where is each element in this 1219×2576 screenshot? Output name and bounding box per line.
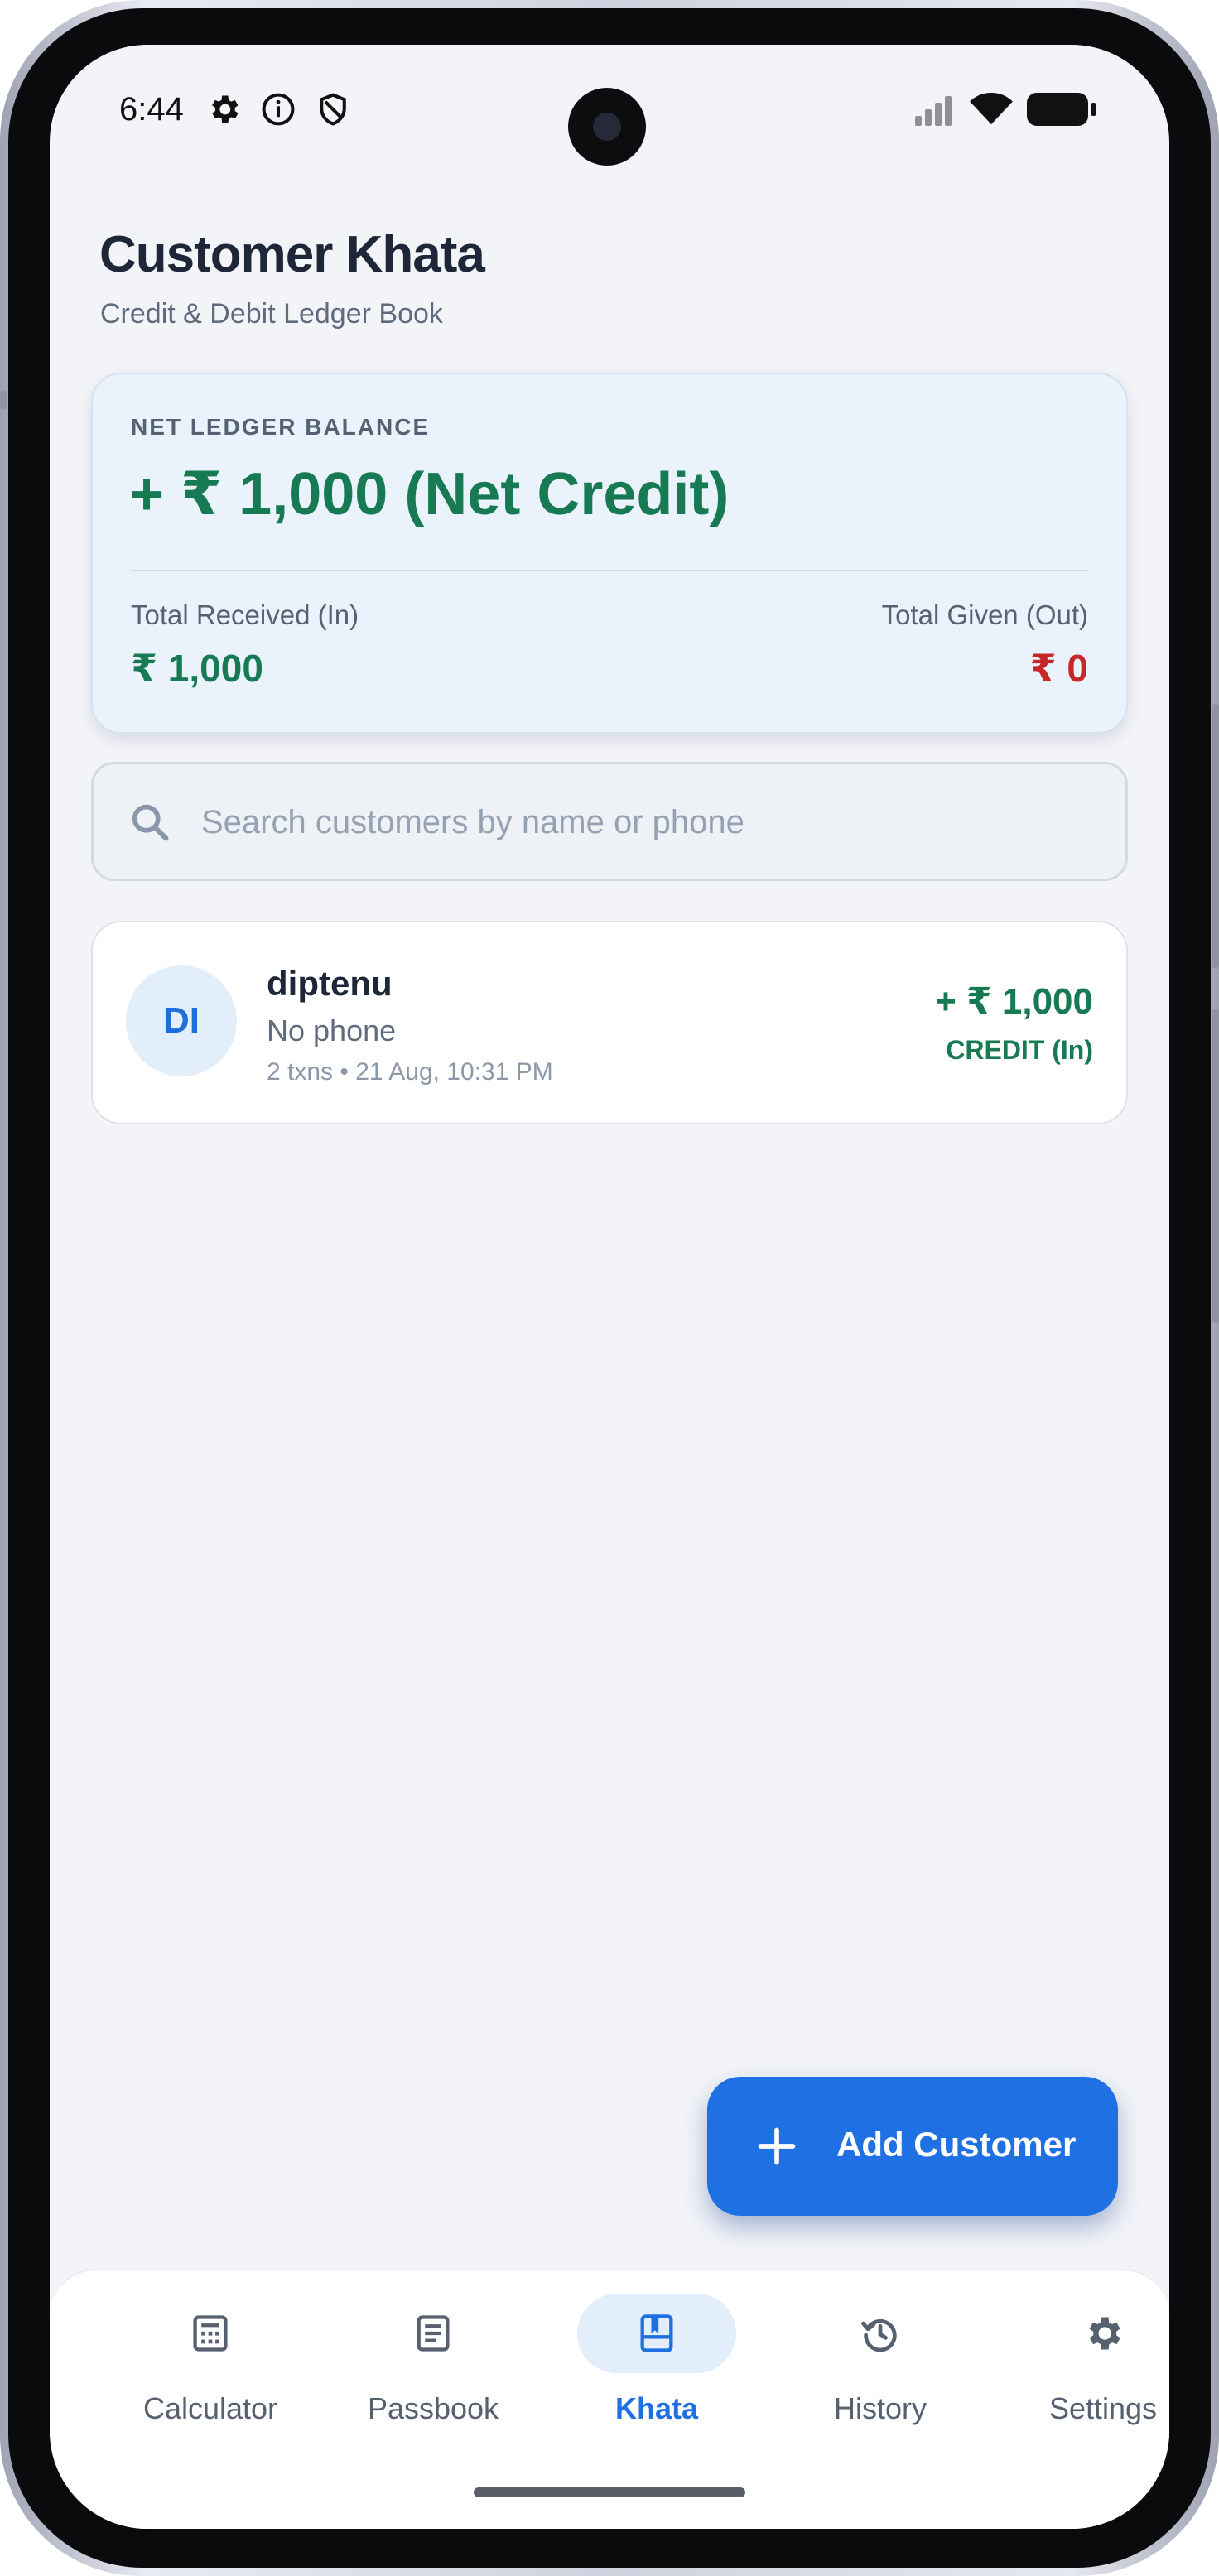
nav-label-calculator: Calculator [142,2391,278,2425]
home-indicator[interactable] [474,2487,745,2497]
page-subtitle: Credit & Debit Ledger Book [100,298,443,330]
nav-label-settings: Settings [1048,2391,1158,2425]
balance-label: NET LEDGER BALANCE [131,414,431,440]
side-button-right-upper [1212,704,1219,969]
balance-divider [131,570,1088,571]
history-icon [861,2318,897,2352]
app-screen: 6:44 Customer Khata Credit & Debit Ledge… [50,45,1169,2529]
total-given-label: Total Given (Out) [881,599,1088,630]
wifi-icon [970,92,1013,125]
add-customer-label: Add Customer [836,2125,1077,2164]
nav-icon-container [354,2294,513,2373]
info-icon [262,93,295,126]
nav-item-khata[interactable]: Khata [566,2292,748,2466]
battery-icon [1027,93,1096,126]
nav-icon-container [801,2294,960,2373]
search-icon [132,804,169,841]
nav-icon-container [577,2294,736,2373]
plus-icon [758,2127,796,2165]
shield-icon [320,93,346,126]
status-bar: 6:44 [50,45,1169,169]
nav-label-khata: Khata [614,2391,699,2425]
nav-icon-container [131,2294,290,2373]
nav-item-settings[interactable]: Settings [1012,2292,1169,2466]
calculator-icon [193,2315,228,2352]
side-button-left [0,391,7,409]
nav-label-history: History [833,2391,927,2425]
nav-icon-container [1024,2294,1169,2373]
avatar: DI [126,965,237,1076]
customer-phone: No phone [267,1014,397,1047]
net-balance-value: + ₹ 1,000 (Net Credit) [129,461,730,527]
customer-status-badge: CREDIT (In) [946,1035,1093,1065]
balance-card: NET LEDGER BALANCE + ₹ 1,000 (Net Credit… [91,373,1128,734]
search-bar[interactable] [91,762,1128,881]
total-given-value: ₹ 0 [1029,647,1088,690]
gear-icon [212,95,238,123]
side-button-right-lower [1212,1009,1219,1323]
nav-label-passbook: Passbook [367,2391,499,2425]
nav-item-passbook[interactable]: Passbook [342,2292,524,2466]
signal-icon [915,96,952,126]
nav-item-calculator[interactable]: Calculator [119,2292,301,2466]
settings-icon [1089,2317,1120,2350]
page-title: Customer Khata [99,226,485,283]
khata-icon [640,2314,673,2352]
status-time: 6:44 [119,91,184,128]
nav-item-history[interactable]: History [789,2292,971,2466]
customer-name: diptenu [267,964,393,1003]
customer-list-item[interactable]: DI diptenu No phone 2 txns • 21 Aug, 10:… [91,921,1128,1124]
add-customer-button[interactable]: Add Customer [707,2077,1118,2216]
total-received-label: Total Received (In) [131,599,359,630]
customer-balance: + ₹ 1,000 [935,981,1093,1022]
passbook-icon [417,2315,450,2352]
search-input[interactable] [200,789,1094,855]
front-camera [568,88,646,166]
customer-meta: 2 txns • 21 Aug, 10:31 PM [267,1058,553,1086]
total-received-value: ₹ 1,000 [131,647,263,690]
